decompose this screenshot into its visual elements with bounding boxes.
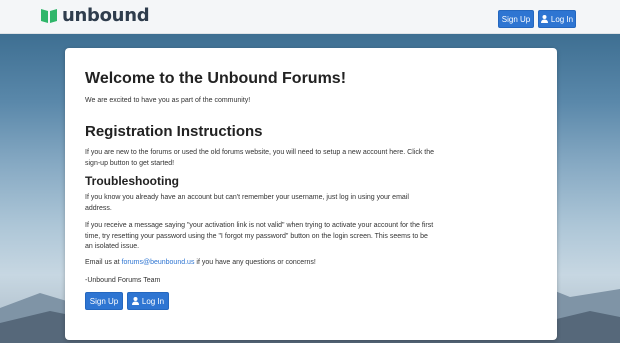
- welcome-title: Welcome to the Unbound Forums!: [85, 70, 347, 87]
- book-icon: [41, 9, 57, 23]
- logo-text: unbound: [62, 5, 150, 26]
- login-button[interactable]: Log In: [127, 292, 169, 310]
- registration-title: Registration Instructions: [85, 123, 263, 140]
- header-signup-label: Sign Up: [501, 14, 531, 24]
- email-line: Email us at forums@beunbound.us if you h…: [85, 258, 435, 269]
- signup-button[interactable]: Sign Up: [85, 292, 123, 310]
- top-nav-bar: unbound Sign Up Log In: [0, 0, 620, 34]
- user-icon: [131, 297, 139, 305]
- login-label: Log In: [141, 296, 165, 306]
- email-prefix: Email us at: [85, 259, 120, 266]
- logo[interactable]: unbound: [40, 5, 150, 26]
- troubleshooting-text-2: If you receive a message saying "your ac…: [85, 222, 434, 250]
- welcome-text: We are excited to have you as part of th…: [85, 97, 251, 104]
- header-signup-button[interactable]: Sign Up: [498, 10, 534, 28]
- email-link[interactable]: forums@beunbound.us: [122, 259, 195, 266]
- email-suffix: if you have any questions or concerns!: [196, 259, 316, 266]
- signoff-text: -Unbound Forums Team: [85, 277, 161, 284]
- user-icon: [540, 15, 548, 23]
- troubleshooting-text-1: If you know you already have an account …: [85, 194, 409, 212]
- header-login-button[interactable]: Log In: [538, 10, 576, 28]
- welcome-card: Welcome to the Unbound Forums! We are ex…: [65, 48, 557, 340]
- registration-text: If you are new to the forums or used the…: [85, 149, 435, 167]
- header-login-label: Log In: [550, 14, 574, 24]
- signup-label: Sign Up: [89, 296, 119, 306]
- troubleshooting-title: Troubleshooting: [85, 174, 179, 188]
